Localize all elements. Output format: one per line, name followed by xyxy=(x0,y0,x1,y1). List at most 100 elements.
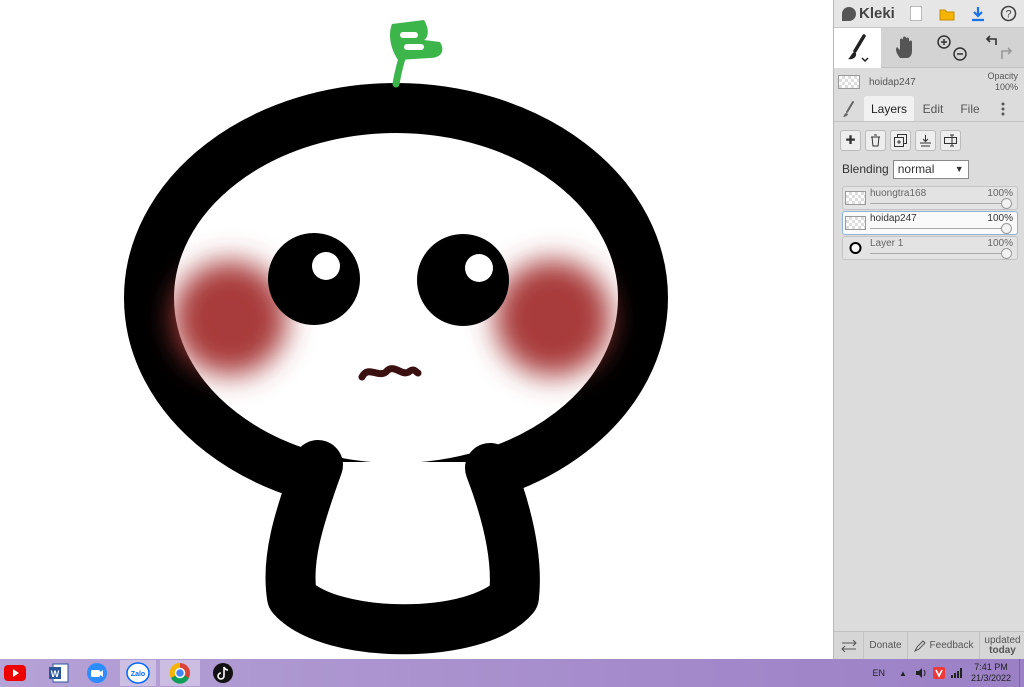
feedback-icon xyxy=(913,639,926,652)
opacity-slider-handle[interactable] xyxy=(1001,198,1012,209)
new-file-icon xyxy=(909,6,922,21)
layer-name: Layer 1 xyxy=(870,238,904,249)
kleki-logo-icon xyxy=(842,6,856,21)
taskbar: W Zalo EN ▲ 7:41 PM 21/3/2022 xyxy=(0,659,1024,687)
undo-redo-icon xyxy=(985,35,1012,59)
layer-list: huongtra168 100% hoidap247 100% Layer 1 … xyxy=(834,186,1024,260)
layer-opacity: 100% xyxy=(987,188,1013,199)
open-button[interactable] xyxy=(931,0,962,28)
blending-select[interactable]: normal ▼ xyxy=(892,159,969,179)
chevron-up-icon[interactable]: ▲ xyxy=(899,669,907,678)
show-desktop-button[interactable] xyxy=(1019,659,1024,687)
tiktok-icon xyxy=(213,663,233,683)
right-eye xyxy=(417,234,509,326)
vivaldi-icon[interactable] xyxy=(932,667,945,679)
opacity-slider[interactable] xyxy=(870,198,1012,209)
tab-brush[interactable] xyxy=(834,96,864,121)
layer-1-thumbnail-icon xyxy=(849,242,862,254)
top-bar: Kleki ? xyxy=(834,0,1024,28)
current-layer-thumbnail xyxy=(838,75,860,89)
duplicate-layer-button[interactable] xyxy=(890,129,911,151)
folder-icon xyxy=(939,9,954,20)
help-button[interactable]: ? xyxy=(993,0,1024,28)
merge-layer-button[interactable] xyxy=(915,129,936,151)
taskbar-tiktok[interactable] xyxy=(208,660,238,686)
download-icon xyxy=(971,6,984,21)
current-layer-info: hoidap247 Opacity 100% xyxy=(834,68,1024,96)
clock[interactable]: 7:41 PM 21/3/2022 xyxy=(971,662,1011,684)
tool-row xyxy=(834,28,1024,68)
right-blush xyxy=(495,260,611,376)
youtube-icon xyxy=(4,665,26,681)
svg-text:Zalo: Zalo xyxy=(131,671,145,678)
right-eye-highlight xyxy=(465,254,493,282)
zoom-in-out-icon xyxy=(936,35,967,61)
donate-link[interactable]: Donate xyxy=(864,632,908,659)
chevron-down-icon: ▼ xyxy=(954,163,964,174)
rename-layer-button[interactable] xyxy=(940,129,961,151)
opacity-slider[interactable] xyxy=(870,223,1012,234)
taskbar-youtube[interactable] xyxy=(0,660,30,686)
layer-toolbar: ✚ xyxy=(834,124,1024,156)
swap-side-button[interactable] xyxy=(834,632,864,659)
blending-label: Blending xyxy=(842,162,889,176)
layer-name: hoidap247 xyxy=(870,213,917,224)
updated-badge[interactable]: updated today xyxy=(980,632,1024,659)
layer-opacity: 100% xyxy=(987,213,1013,224)
drawing-canvas[interactable] xyxy=(0,0,833,659)
rename-icon xyxy=(944,134,957,146)
layer-opacity: 100% xyxy=(987,238,1013,249)
duplicate-icon xyxy=(894,133,907,147)
layer-name: huongtra168 xyxy=(870,188,927,199)
trash-icon xyxy=(871,134,880,146)
network-icon[interactable] xyxy=(950,668,963,678)
current-layer-opacity: Opacity 100% xyxy=(987,71,1018,92)
more-menu-button[interactable] xyxy=(988,96,1018,121)
zoom-button[interactable] xyxy=(928,28,975,68)
layer-thumbnail xyxy=(845,216,866,230)
layer-row[interactable]: Layer 1 100% xyxy=(842,236,1018,260)
left-eye xyxy=(268,233,360,325)
taskbar-word[interactable]: W xyxy=(44,660,74,686)
add-layer-button[interactable]: ✚ xyxy=(840,129,861,151)
zoom-icon xyxy=(87,663,107,683)
brush-icon xyxy=(847,34,869,63)
tab-layers[interactable]: Layers xyxy=(864,96,914,121)
help-icon: ? xyxy=(1000,5,1017,22)
hand-tool-button[interactable] xyxy=(881,28,928,68)
app-name: Kleki xyxy=(859,5,895,22)
chrome-icon xyxy=(169,662,190,684)
swap-icon xyxy=(840,639,857,652)
language-indicator[interactable]: EN xyxy=(873,668,886,678)
panel-footer: Donate Feedback updated today xyxy=(834,631,1024,659)
tab-file[interactable]: File xyxy=(952,96,988,121)
left-eye-highlight xyxy=(312,252,340,280)
undo-redo-button[interactable] xyxy=(975,28,1022,68)
taskbar-zalo[interactable]: Zalo xyxy=(120,660,156,686)
taskbar-chrome[interactable] xyxy=(160,660,200,686)
svg-text:?: ? xyxy=(1005,9,1011,21)
opacity-slider-handle[interactable] xyxy=(1001,248,1012,259)
layer-thumbnail xyxy=(845,191,866,205)
feedback-link[interactable]: Feedback xyxy=(908,632,980,659)
kleki-app: Kleki ? hoidap247 Opacity 100% Layers Ed… xyxy=(0,0,1024,659)
layer-thumbnail xyxy=(845,241,866,255)
tab-edit[interactable]: Edit xyxy=(914,96,952,121)
blending-row: Blending normal ▼ xyxy=(834,156,1024,182)
opacity-slider[interactable] xyxy=(870,248,1012,259)
volume-icon[interactable] xyxy=(915,668,927,678)
kleki-logo[interactable]: Kleki xyxy=(834,5,900,22)
side-panel: Kleki ? hoidap247 Opacity 100% Layers Ed… xyxy=(833,0,1024,659)
opacity-slider-handle[interactable] xyxy=(1001,223,1012,234)
plus-icon: ✚ xyxy=(845,133,856,147)
taskbar-zoom[interactable] xyxy=(82,660,112,686)
layer-row[interactable]: huongtra168 100% xyxy=(842,186,1018,210)
save-button[interactable] xyxy=(962,0,993,28)
layer-row-selected[interactable]: hoidap247 100% xyxy=(842,211,1018,235)
new-image-button[interactable] xyxy=(900,0,931,28)
brush-tool-button[interactable] xyxy=(834,28,881,68)
word-icon: W xyxy=(49,663,69,683)
sprout-leaf xyxy=(390,20,443,60)
delete-layer-button[interactable] xyxy=(865,129,886,151)
system-tray: EN ▲ 7:41 PM 21/3/2022 xyxy=(873,659,1024,687)
